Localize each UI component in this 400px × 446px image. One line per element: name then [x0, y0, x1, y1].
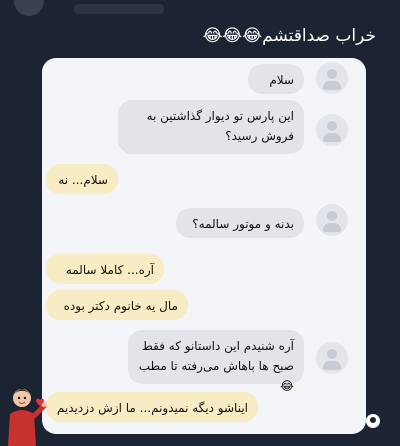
poster-name-blurred	[74, 4, 164, 14]
chat-message-incoming: سلام	[248, 64, 304, 94]
chat-message-outgoing: سلام... نه	[46, 164, 118, 194]
user-avatar-icon	[316, 114, 348, 146]
chat-message-outgoing: ایناشو دیگه نمیدونم... ما ازش دزدیدیم	[46, 392, 258, 422]
user-avatar-icon	[316, 62, 348, 94]
account-circle-icon[interactable]	[366, 414, 380, 428]
chat-message-outgoing: آره... کاملا سالمه	[46, 254, 164, 284]
cartoon-character-icon	[8, 389, 47, 446]
poster-avatar[interactable]	[14, 0, 44, 16]
post-caption: خراب صداقتشم😂😂😂	[202, 26, 376, 46]
chat-message-incoming: آره شنیدم این داستانو که فقط صبح ها باها…	[128, 330, 304, 393]
chat-message-incoming: بدنه و موتور سالمه؟	[176, 208, 304, 238]
top-bar	[0, 0, 400, 20]
chat-screenshot-card: سلام این پارس تو دیوار گذاشتین به فروش ر…	[42, 58, 366, 434]
chat-message-outgoing: مال یه خانوم دکتر بوده	[46, 290, 188, 320]
user-avatar-icon	[316, 342, 348, 374]
chat-message-incoming: این پارس تو دیوار گذاشتین به فروش رسید؟	[118, 100, 304, 154]
user-avatar-icon	[316, 204, 348, 236]
